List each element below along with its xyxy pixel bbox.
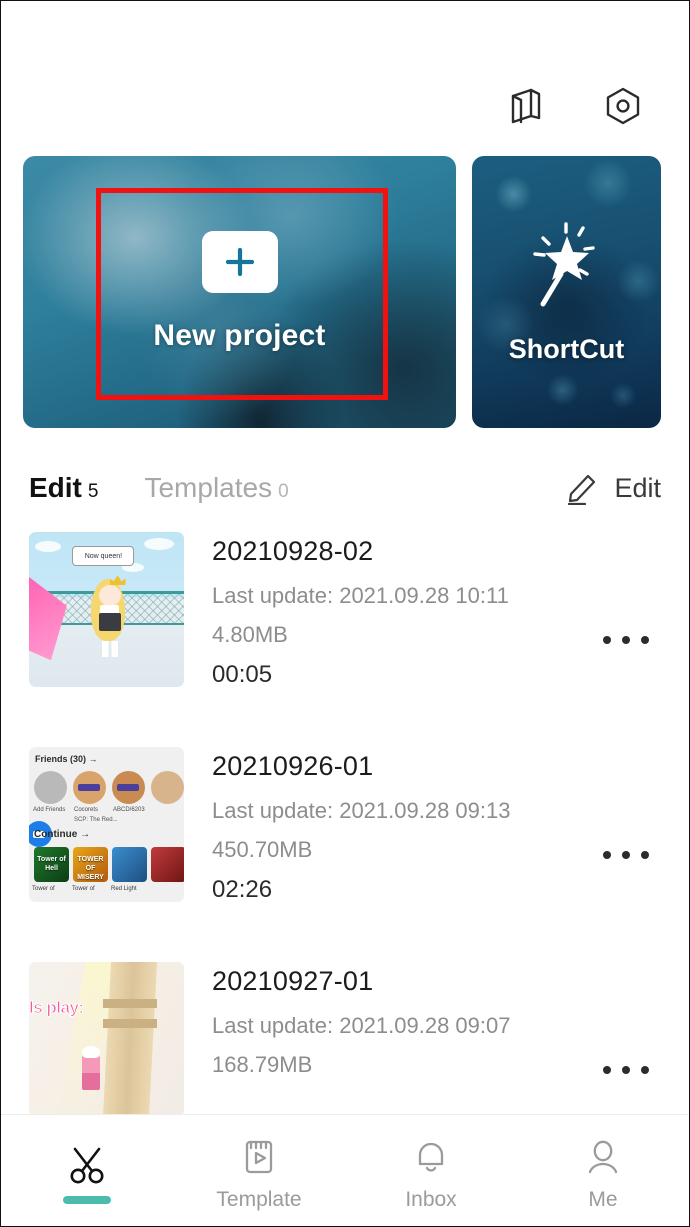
nav-item-template-label: Template bbox=[216, 1187, 302, 1211]
new-project-card[interactable]: New project bbox=[23, 156, 456, 428]
tab-templates[interactable]: Templates 0 bbox=[144, 472, 288, 504]
shortcut-card[interactable]: ShortCut bbox=[472, 156, 661, 428]
thumbnail-avatar-label: ABCD/6203 bbox=[113, 807, 145, 813]
plus-button[interactable] bbox=[201, 231, 278, 293]
shortcut-label: ShortCut bbox=[508, 333, 625, 364]
thumbnail-friends-header: Friends (30) → bbox=[35, 754, 98, 764]
nav-item-edit[interactable] bbox=[1, 1115, 173, 1226]
project-last-update: Last update: 2021.09.28 09:07 bbox=[212, 1013, 511, 1038]
thumbnail-art-play-scene: ls play: bbox=[29, 962, 184, 1117]
nav-active-indicator bbox=[63, 1195, 111, 1204]
thumbnail-avatar-sub: SCP: The Red... bbox=[74, 817, 118, 823]
project-size: 4.80MB bbox=[212, 622, 288, 647]
tab-edit-count: 5 bbox=[87, 481, 99, 502]
table-row[interactable]: Friends (30) → Add Friends Cocorets ABCD… bbox=[1, 747, 689, 962]
project-last-update: Last update: 2021.09.28 09:13 bbox=[212, 798, 511, 823]
table-row[interactable]: Now queen! 20210928-02 Last update: 2021… bbox=[1, 532, 689, 747]
tab-edit-label: Edit bbox=[29, 472, 82, 503]
thumbnail-avatar-label: Cocorets bbox=[74, 807, 99, 813]
nav-item-me-label: Me bbox=[588, 1187, 618, 1211]
app-root: New project ShortCut Edit 5 Templates 0 … bbox=[0, 0, 690, 1227]
thumbnail-art-anime: Now queen! bbox=[29, 532, 184, 687]
bottom-navigation: Template Inbox Me bbox=[1, 1114, 689, 1226]
thumbnail-tile-label: Red Light bbox=[111, 886, 137, 892]
new-project-card-content: New project bbox=[23, 156, 456, 428]
thumbnail-game-tile: TOWER OF MISERY bbox=[77, 856, 104, 881]
project-meta: 20210928-02 Last update: 2021.09.28 10:1… bbox=[184, 532, 591, 689]
new-project-label: New project bbox=[153, 319, 326, 352]
project-title: 20210926-01 bbox=[212, 751, 374, 781]
three-dots-icon[interactable] bbox=[591, 1040, 661, 1100]
project-title: 20210928-02 bbox=[212, 536, 374, 566]
project-last-update: Last update: 2021.09.28 10:11 bbox=[212, 583, 509, 608]
nav-item-template[interactable]: Template bbox=[173, 1115, 345, 1226]
app-header bbox=[1, 1, 689, 156]
thumbnail-continue-header: Continue → bbox=[34, 829, 91, 840]
nav-item-inbox[interactable]: Inbox bbox=[345, 1115, 517, 1226]
edit-projects-button[interactable]: Edit bbox=[566, 471, 661, 505]
nav-item-inbox-label: Inbox bbox=[405, 1187, 457, 1211]
project-thumbnail: ls play: bbox=[29, 962, 184, 1117]
thumbnail-tile-label: Tower of bbox=[32, 886, 55, 892]
project-list: Now queen! 20210928-02 Last update: 2021… bbox=[1, 510, 689, 1177]
tabs-row: Edit 5 Templates 0 Edit bbox=[1, 428, 689, 510]
thumbnail-tile-label: Tower of bbox=[72, 886, 95, 892]
project-size: 168.79MB bbox=[212, 1052, 313, 1077]
gear-icon[interactable] bbox=[601, 84, 645, 128]
project-duration: 00:05 bbox=[212, 661, 273, 688]
three-dots-icon[interactable] bbox=[591, 610, 661, 670]
project-duration: 02:26 bbox=[212, 876, 273, 903]
project-title: 20210927-01 bbox=[212, 966, 374, 996]
three-dots-icon[interactable] bbox=[591, 825, 661, 885]
plus-icon bbox=[222, 244, 258, 280]
tab-templates-count: 0 bbox=[278, 481, 289, 502]
nav-item-me[interactable]: Me bbox=[517, 1115, 689, 1226]
book-icon[interactable] bbox=[503, 84, 547, 128]
thumbnail-avatar-label: Add Friends bbox=[33, 807, 66, 813]
project-meta: 20210927-01 Last update: 2021.09.28 09:0… bbox=[184, 962, 591, 1091]
pencil-icon bbox=[566, 471, 600, 505]
thumbnail-game-tile: Tower of Hell bbox=[37, 856, 66, 872]
shortcut-card-content: ShortCut bbox=[472, 156, 661, 428]
top-cards: New project ShortCut bbox=[1, 156, 689, 428]
thumbnail-overlay-text: ls play: bbox=[29, 997, 85, 1017]
scissors-icon bbox=[66, 1144, 108, 1186]
project-thumbnail: Friends (30) → Add Friends Cocorets ABCD… bbox=[29, 747, 184, 902]
project-thumbnail: Now queen! bbox=[29, 532, 184, 687]
edit-projects-label: Edit bbox=[614, 472, 661, 503]
film-play-icon bbox=[238, 1136, 280, 1178]
person-icon bbox=[582, 1136, 624, 1178]
project-meta: 20210926-01 Last update: 2021.09.28 09:1… bbox=[184, 747, 591, 904]
tab-edit[interactable]: Edit 5 bbox=[29, 472, 98, 504]
bell-icon bbox=[410, 1136, 452, 1178]
project-size: 450.70MB bbox=[212, 837, 313, 862]
tab-templates-label: Templates bbox=[144, 472, 273, 503]
thumbnail-art-roblox: Friends (30) → Add Friends Cocorets ABCD… bbox=[29, 747, 184, 902]
thumbnail-speech-bubble: Now queen! bbox=[72, 545, 135, 566]
magic-wand-icon bbox=[525, 220, 609, 316]
